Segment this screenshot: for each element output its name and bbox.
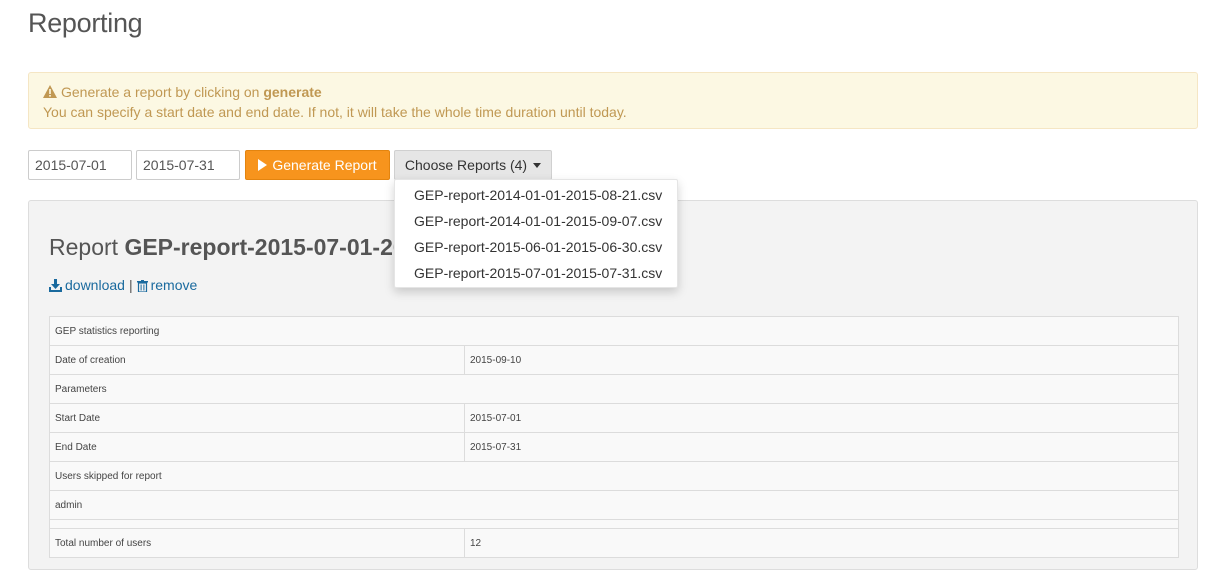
table-row: GEP statistics reporting xyxy=(49,316,1179,346)
table-cell-value: 12 xyxy=(464,528,1179,558)
table-row: Date of creation 2015-09-10 xyxy=(49,345,1179,375)
table-cell-label: End Date xyxy=(49,432,465,462)
table-cell-label: Users skipped for report xyxy=(49,461,1179,491)
table-cell-value: 2015-09-10 xyxy=(464,345,1179,375)
trash-icon xyxy=(136,280,148,293)
table-spacer-cell xyxy=(49,519,1179,529)
download-icon xyxy=(49,279,62,292)
table-cell-value: 2015-07-01 xyxy=(464,403,1179,433)
table-row: Parameters xyxy=(49,374,1179,404)
table-cell-label: GEP statistics reporting xyxy=(49,316,1179,346)
table-spacer-row xyxy=(49,519,1179,529)
table-row: Users skipped for report xyxy=(49,461,1179,491)
table-cell-label: Total number of users xyxy=(49,528,465,558)
start-date-input[interactable] xyxy=(28,150,132,180)
dropdown-item-report[interactable]: GEP-report-2014-01-01-2015-08-21.csv xyxy=(395,182,677,208)
dropdown-item-report[interactable]: GEP-report-2014-01-01-2015-09-07.csv xyxy=(395,208,677,234)
dropdown-item-report[interactable]: GEP-report-2015-06-01-2015-06-30.csv xyxy=(395,234,677,260)
alert-line-2: You can specify a start date and end dat… xyxy=(43,104,627,120)
table-cell-value: 2015-07-31 xyxy=(464,432,1179,462)
report-table: GEP statistics reporting Date of creatio… xyxy=(49,316,1179,558)
choose-reports-button[interactable]: Choose Reports (4) xyxy=(394,150,552,180)
page-title: Reporting xyxy=(28,8,143,38)
alert-generate-keyword: generate xyxy=(263,84,322,100)
reports-dropdown-menu: GEP-report-2014-01-01-2015-08-21.csv GEP… xyxy=(394,179,678,288)
caret-down-icon xyxy=(533,162,542,168)
generate-report-button[interactable]: Generate Report xyxy=(245,150,390,180)
remove-link[interactable]: remove xyxy=(136,277,198,293)
play-icon xyxy=(258,159,268,171)
table-cell-label: Date of creation xyxy=(49,345,465,375)
report-actions: download | remove xyxy=(49,277,197,293)
download-label: download xyxy=(65,277,125,293)
table-row: Start Date 2015-07-01 xyxy=(49,403,1179,433)
table-cell-label: admin xyxy=(49,490,1179,520)
action-separator: | xyxy=(128,277,133,293)
choose-reports-label: Choose Reports (4) xyxy=(404,157,528,173)
warning-icon xyxy=(43,85,57,98)
info-alert: Generate a report by clicking on generat… xyxy=(28,72,1198,129)
table-row: admin xyxy=(49,490,1179,520)
report-title-prefix: Report xyxy=(49,234,119,260)
end-date-input[interactable] xyxy=(136,150,240,180)
generate-report-label: Generate Report xyxy=(272,157,377,173)
table-cell-label: Start Date xyxy=(49,403,465,433)
dropdown-item-report[interactable]: GEP-report-2015-07-01-2015-07-31.csv xyxy=(395,260,677,286)
table-cell-label: Parameters xyxy=(49,374,1179,404)
remove-label: remove xyxy=(150,277,198,293)
download-link[interactable]: download xyxy=(49,277,125,293)
alert-line-1: Generate a report by clicking on generat… xyxy=(43,82,1183,102)
alert-line-1-text: Generate a report by clicking on xyxy=(61,84,260,100)
table-row: Total number of users 12 xyxy=(49,528,1179,558)
table-row: End Date 2015-07-31 xyxy=(49,432,1179,462)
